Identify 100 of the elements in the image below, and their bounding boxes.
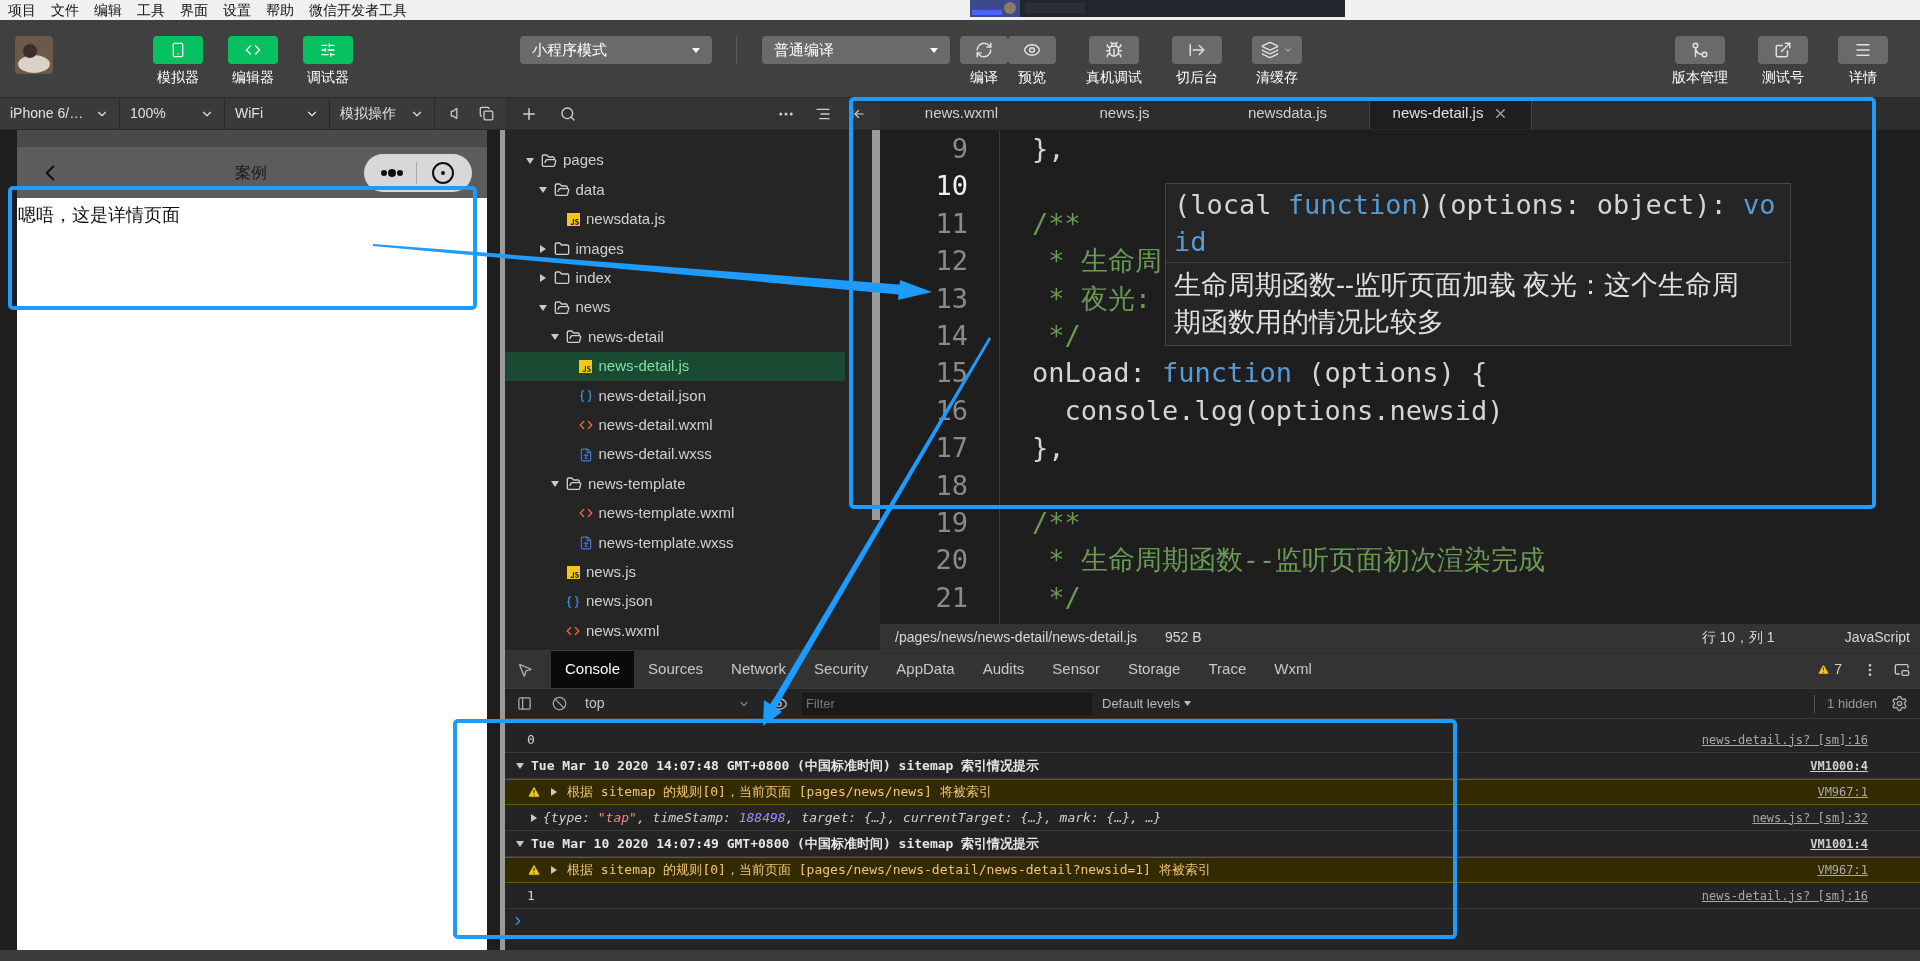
file-tree-item[interactable]: data (505, 175, 609, 205)
expand-caret-icon[interactable] (550, 479, 560, 489)
levels-select[interactable]: Default levels (1102, 693, 1192, 714)
toolbar-button[interactable] (1838, 36, 1888, 64)
devtools-tab[interactable]: Network (717, 651, 801, 688)
undock-icon[interactable] (1894, 661, 1910, 678)
panel-toggle-button[interactable] (303, 36, 353, 64)
log-object[interactable]: {type: "tap", timeStamp: 188498, target: {…}, currentTarget: {…}, mark: {…}, …} (543, 807, 1162, 828)
file-tree-item[interactable]: news-template.wxml (505, 498, 739, 529)
expand-caret-icon[interactable] (537, 302, 548, 313)
log-source-link[interactable]: VM1001:4 (1810, 834, 1868, 853)
file-tree-item[interactable]: news-detail.js (505, 351, 845, 382)
external-link-icon (1774, 41, 1792, 59)
settings-icon[interactable] (1891, 695, 1908, 712)
toolbar-button[interactable] (1008, 36, 1056, 64)
panel-toggle-button[interactable] (153, 36, 203, 64)
filter-field[interactable]: Filter (802, 692, 1092, 715)
file-tree-item[interactable]: news-detail (505, 322, 668, 352)
toolbar-button[interactable] (1758, 36, 1808, 64)
file-tree-item[interactable]: news.json (505, 586, 657, 617)
toolbar-button[interactable] (1172, 36, 1222, 64)
file-tree-item[interactable]: news-detail.wxml (505, 410, 717, 440)
toolbar-button[interactable] (1089, 36, 1139, 64)
file-tree-item[interactable]: news-detail.json (505, 381, 711, 411)
simulator-select[interactable]: 模拟操作 (330, 98, 435, 129)
collapse-caret-icon[interactable] (549, 865, 559, 875)
menu-item[interactable]: 帮助 (266, 3, 294, 17)
code-line: * 夜光: (1047, 281, 1152, 316)
file-tree-item[interactable]: images (505, 234, 628, 264)
menu-item[interactable]: 编辑 (94, 3, 122, 17)
log-source-link[interactable]: news-detail.js? [sm]:16 (1701, 886, 1868, 905)
devtools-tab[interactable]: Security (800, 651, 883, 688)
file-tree-item[interactable]: news-template (505, 469, 690, 499)
compile-select[interactable]: 普通编译 (762, 36, 950, 64)
collapse-caret-icon[interactable] (537, 273, 548, 284)
language-mode: JavaScript (1844, 627, 1910, 647)
collapse-caret-icon[interactable] (537, 243, 548, 254)
search-icon[interactable] (560, 105, 576, 122)
devtools-tab[interactable]: Sensor (1038, 651, 1114, 688)
line-number: 10 (935, 169, 968, 204)
toolbar-label: 调试器 (307, 70, 349, 84)
toolbar-button[interactable] (960, 36, 1008, 64)
file-tree-item[interactable]: news-detail.wxss (505, 439, 716, 470)
sidebar-icon[interactable] (517, 696, 532, 711)
hidden-count: 1 hidden (1827, 694, 1877, 713)
collapse-caret-icon[interactable] (529, 812, 539, 823)
collapse-caret-icon[interactable] (549, 787, 559, 797)
clear-icon[interactable] (552, 696, 567, 711)
devtools-tab[interactable]: Wxml (1260, 651, 1326, 688)
devtools-tab[interactable]: Sources (634, 651, 718, 688)
file-tree-item[interactable]: pages (505, 146, 608, 176)
menu-item[interactable]: 工具 (137, 3, 165, 17)
devtools-tab[interactable]: Storage (1113, 651, 1195, 688)
file-tree-item[interactable]: index (505, 263, 616, 293)
javascript-file-icon (566, 565, 580, 579)
log-value: 1 (527, 886, 535, 905)
expand-caret-icon[interactable] (515, 838, 525, 849)
log-source-link[interactable]: VM967:1 (1817, 861, 1868, 879)
log-source-link[interactable]: VM1000:4 (1810, 756, 1868, 775)
editor-tab[interactable]: news.wxml (880, 98, 1043, 129)
toolbar-button[interactable] (1675, 36, 1725, 64)
toolbar-button[interactable] (1252, 36, 1302, 64)
mode-select[interactable]: 小程序模式 (520, 36, 712, 64)
scrollbar[interactable] (872, 130, 880, 520)
avatar[interactable] (15, 36, 53, 74)
simulator-select[interactable]: 100% (120, 98, 225, 129)
window-icon[interactable] (479, 106, 494, 121)
editor-tab[interactable]: newsdata.js (1206, 98, 1369, 129)
file-tree-item[interactable]: news (505, 292, 615, 323)
menu-item[interactable]: 文件 (51, 3, 79, 17)
line-number: 18 (935, 468, 968, 503)
warning-counter[interactable]: 7 (1817, 659, 1842, 680)
expand-caret-icon[interactable] (515, 760, 525, 771)
simulator-select[interactable]: WiFi (225, 98, 330, 129)
log-source-link[interactable]: VM967:1 (1817, 783, 1868, 801)
expand-caret-icon[interactable] (525, 155, 535, 166)
file-tree-item[interactable]: news.wxml (505, 616, 664, 646)
menu-item[interactable]: 项目 (8, 3, 36, 17)
context-select[interactable]: top (585, 693, 750, 714)
folder-open-icon (553, 182, 570, 199)
caret-icon (692, 47, 700, 53)
file-tree-item[interactable]: news.js (505, 557, 641, 587)
line-number: 15 (935, 356, 968, 391)
file-tree-item[interactable]: newsdata.js (505, 204, 670, 235)
log-source-link[interactable]: news.js? [sm]:32 (1752, 808, 1868, 827)
editor-tab[interactable]: news.js (1043, 98, 1206, 129)
devtools-tab[interactable]: Console (551, 651, 635, 688)
menu-item[interactable]: 界面 (180, 3, 208, 17)
log-source-link[interactable]: news-detail.js? [sm]:16 (1701, 730, 1868, 749)
devtools-tab[interactable]: Trace (1194, 651, 1261, 688)
menu-item[interactable]: 设置 (223, 3, 251, 17)
devtools-tab[interactable]: AppData (882, 651, 969, 688)
folder-open-icon (553, 299, 570, 316)
panel-toggle-button[interactable] (228, 36, 278, 64)
inspect-icon[interactable] (517, 661, 533, 678)
line-number: 17 (935, 431, 968, 466)
simulator-select[interactable]: iPhone 6/… (0, 98, 120, 129)
menu-item[interactable]: 微信开发者工具 (309, 3, 407, 17)
file-tree-item[interactable]: news-template.wxss (505, 528, 738, 558)
devtools-tab[interactable]: Audits (968, 651, 1039, 688)
